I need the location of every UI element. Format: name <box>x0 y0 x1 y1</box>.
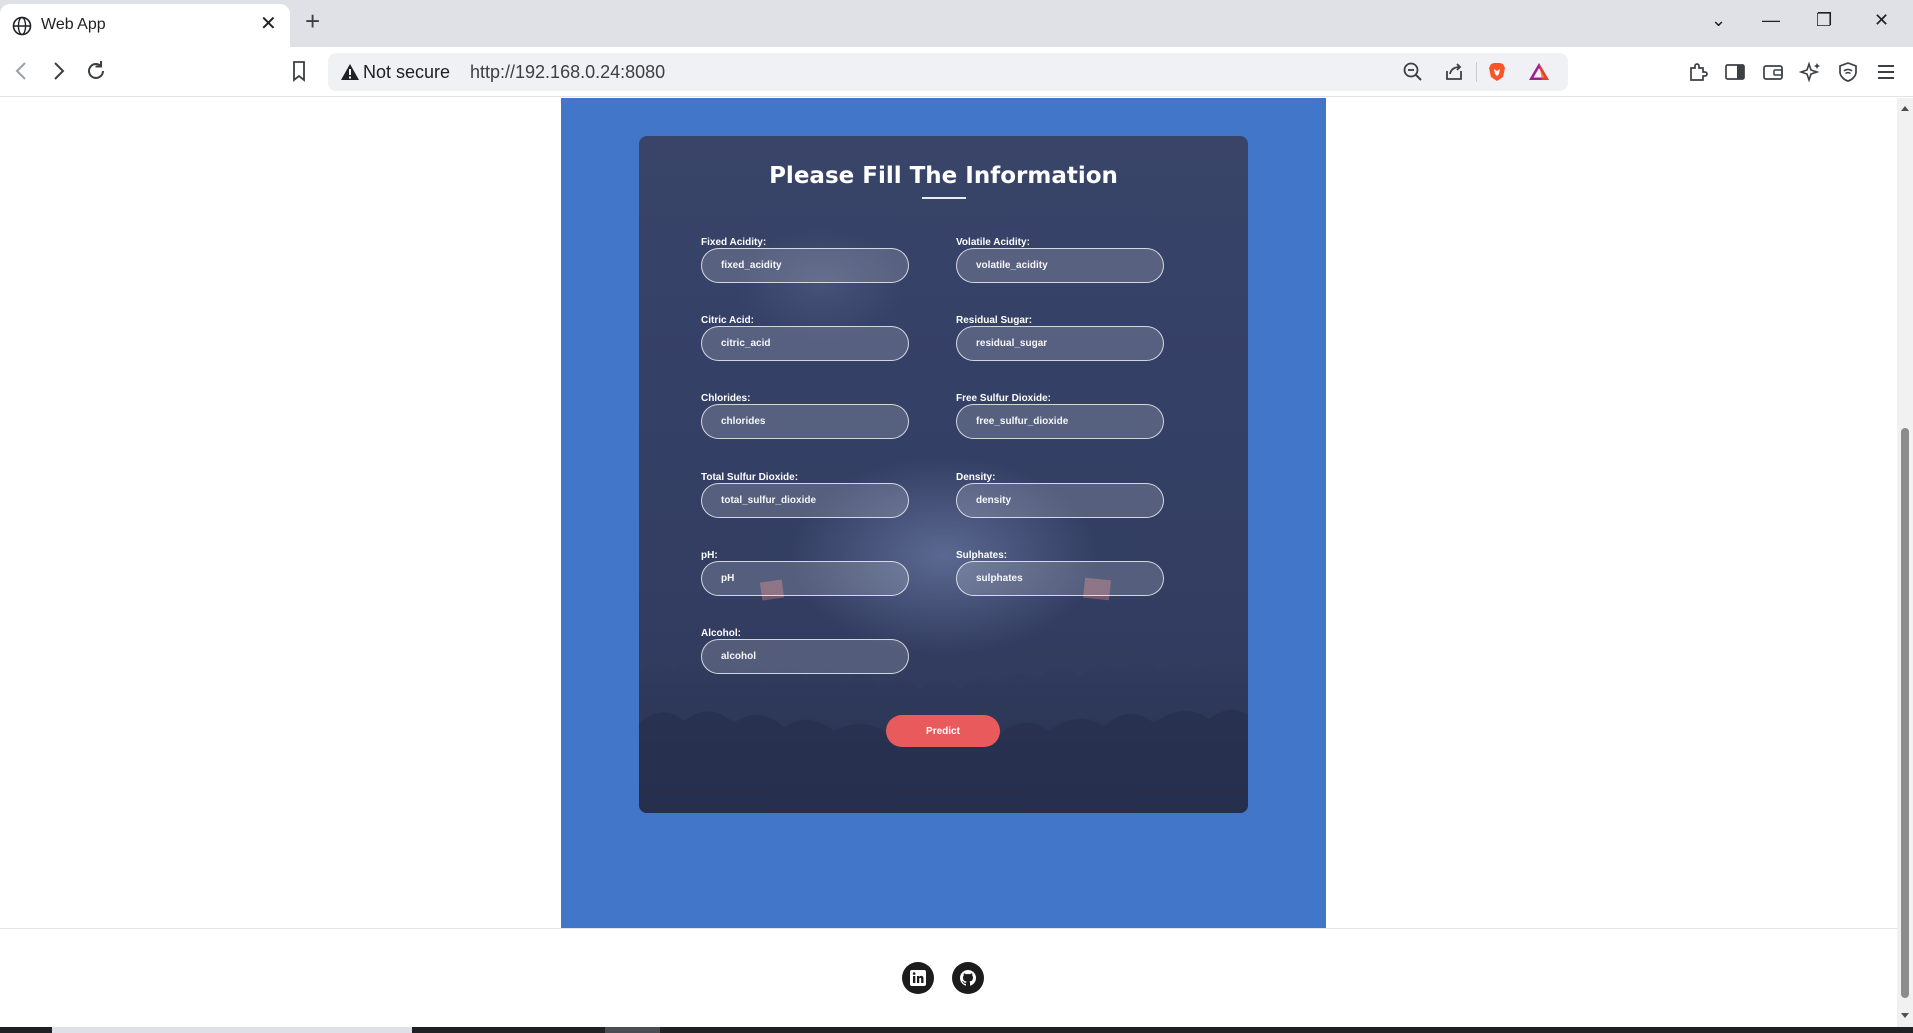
new-tab-button[interactable]: + <box>305 8 320 34</box>
taskbar-active-item[interactable] <box>52 1027 412 1033</box>
brave-rewards-icon[interactable] <box>1528 61 1550 83</box>
total-sulfur-dioxide-input[interactable] <box>701 483 909 518</box>
title-underline <box>922 197 966 199</box>
field-free-sulfur-dioxide: Free Sulfur Dioxide: <box>956 393 1166 453</box>
address-bar[interactable]: Not secure http://192.168.0.24:8080 <box>328 53 1568 91</box>
scroll-down-icon[interactable] <box>1900 1010 1910 1020</box>
security-label[interactable]: Not secure <box>363 62 450 83</box>
bookmark-icon[interactable] <box>285 57 313 85</box>
field-total-sulfur-dioxide: Total Sulfur Dioxide: <box>701 472 911 532</box>
close-window-button[interactable]: ✕ <box>1874 10 1889 30</box>
field-volatile-acidity: Volatile Acidity: <box>956 237 1166 297</box>
back-icon[interactable] <box>8 57 36 85</box>
taskbar-item[interactable] <box>605 1027 660 1033</box>
omnibox-divider <box>1476 62 1477 82</box>
url-text[interactable]: http://192.168.0.24:8080 <box>470 62 665 83</box>
globe-icon <box>12 16 32 36</box>
wallet-icon[interactable] <box>1761 60 1785 84</box>
browser-tab[interactable]: Web App ✕ <box>0 4 290 47</box>
github-link[interactable] <box>952 962 984 994</box>
volatile-acidity-label: Volatile Acidity: <box>956 237 1030 248</box>
extensions-icon[interactable] <box>1686 60 1710 84</box>
warning-icon[interactable] <box>340 62 360 82</box>
leo-ai-icon[interactable] <box>1799 60 1823 84</box>
brave-shields-icon[interactable] <box>1486 61 1508 83</box>
github-icon <box>959 970 977 986</box>
free-sulfur-dioxide-input[interactable] <box>956 404 1164 439</box>
free-sulfur-dioxide-label: Free Sulfur Dioxide: <box>956 393 1052 404</box>
minimize-button[interactable]: — <box>1762 10 1780 30</box>
prediction-form: Please Fill The Information Fixed Acidit… <box>639 136 1248 813</box>
density-input[interactable] <box>956 483 1164 518</box>
forward-icon[interactable] <box>44 57 72 85</box>
alcohol-input[interactable] <box>701 639 909 674</box>
field-sulphates: Sulphates: <box>956 550 1166 610</box>
browser-tab-bar: Web App ✕ + ⌄ — ❐ ✕ <box>0 0 1913 47</box>
tab-title: Web App <box>41 16 106 33</box>
fixed-acidity-input[interactable] <box>701 248 909 283</box>
zoom-out-icon[interactable] <box>1402 61 1424 83</box>
linkedin-link[interactable] <box>902 962 934 994</box>
close-tab-icon[interactable]: ✕ <box>260 14 277 34</box>
chlorides-input[interactable] <box>701 404 909 439</box>
page-content: Please Fill The Information Fixed Acidit… <box>0 98 1897 1033</box>
field-citric-acid: Citric Acid: <box>701 315 911 375</box>
fixed-acidity-label: Fixed Acidity: <box>701 237 767 248</box>
total-sulfur-dioxide-label: Total Sulfur Dioxide: <box>701 472 799 483</box>
share-icon[interactable] <box>1443 61 1465 83</box>
residual-sugar-label: Residual Sugar: <box>956 315 1033 326</box>
taskbar-strip <box>0 1027 1913 1033</box>
volatile-acidity-input[interactable] <box>956 248 1164 283</box>
field-chlorides: Chlorides: <box>701 393 911 453</box>
browser-toolbar: Not secure http://192.168.0.24:8080 <box>0 47 1913 97</box>
reload-icon[interactable] <box>82 57 110 85</box>
tab-search-icon[interactable]: ⌄ <box>1711 10 1726 30</box>
ph-input[interactable] <box>701 561 909 596</box>
sidebar-icon[interactable] <box>1723 60 1747 84</box>
citric-acid-label: Citric Acid: <box>701 315 754 326</box>
form-title: Please Fill The Information <box>769 163 1118 189</box>
citric-acid-input[interactable] <box>701 326 909 361</box>
page-scrollbar[interactable] <box>1897 98 1913 1033</box>
vpn-icon[interactable] <box>1836 60 1860 84</box>
predict-button[interactable]: Predict <box>886 715 1000 747</box>
sulphates-label: Sulphates: <box>956 550 1008 561</box>
blue-background-panel: Please Fill The Information Fixed Acidit… <box>561 98 1326 928</box>
scroll-up-icon[interactable] <box>1900 104 1910 114</box>
density-label: Density: <box>956 472 996 483</box>
sulphates-input[interactable] <box>956 561 1164 596</box>
field-fixed-acidity: Fixed Acidity: <box>701 237 911 297</box>
field-density: Density: <box>956 472 1166 532</box>
alcohol-label: Alcohol: <box>701 628 741 639</box>
menu-icon[interactable] <box>1874 60 1898 84</box>
field-ph: pH: <box>701 550 911 610</box>
footer-divider <box>0 928 1897 929</box>
chlorides-label: Chlorides: <box>701 393 751 404</box>
field-alcohol: Alcohol: <box>701 628 911 688</box>
scroll-thumb[interactable] <box>1901 428 1909 998</box>
ph-label: pH: <box>701 550 718 561</box>
restore-button[interactable]: ❐ <box>1816 10 1832 30</box>
field-residual-sugar: Residual Sugar: <box>956 315 1166 375</box>
linkedin-icon <box>910 970 926 986</box>
residual-sugar-input[interactable] <box>956 326 1164 361</box>
